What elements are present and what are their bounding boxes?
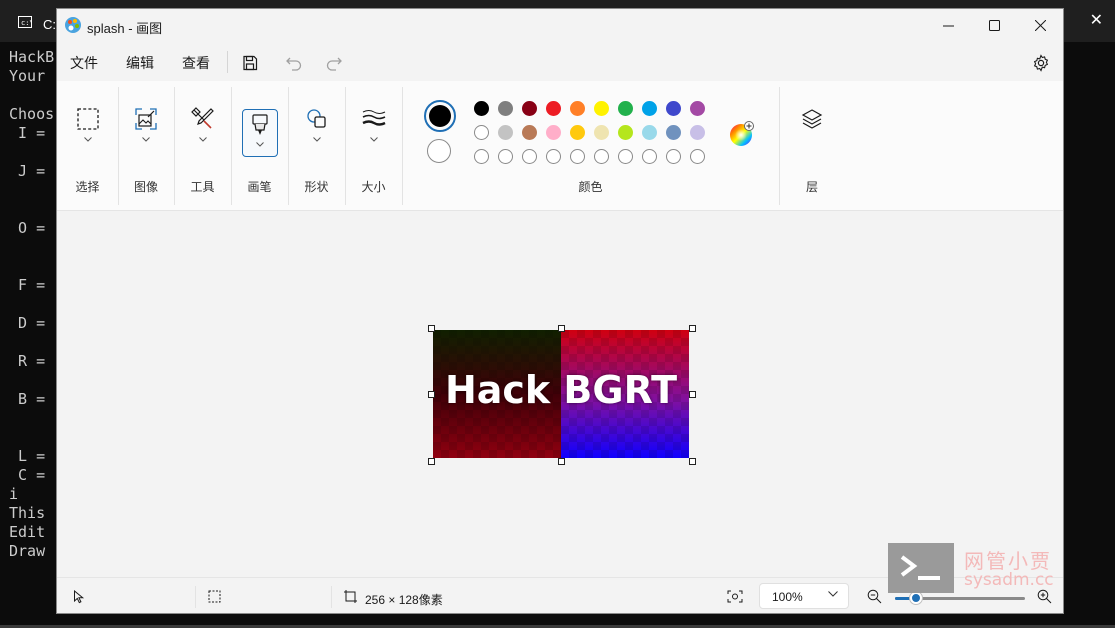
title-bar[interactable]: splash - 画图 [57,9,1063,41]
terminal-output: HackB Your Choos I = J = O = F = D = R =… [9,48,55,560]
resize-handle[interactable] [689,458,696,465]
watermark-url: sysadm.cc [964,570,1054,590]
cursor-position-icon [74,590,85,604]
brush-button[interactable] [241,109,278,157]
chevron-down-icon[interactable] [369,137,378,142]
group-label-shapes: 形状 [304,180,329,194]
status-divider [195,586,196,608]
terminal-close-icon[interactable]: ✕ [1090,10,1103,30]
group-label-size: 大小 [361,180,386,194]
watermark: 网管小贾 sysadm.cc [888,543,1060,593]
redo-icon [326,57,342,71]
save-button[interactable] [238,51,262,75]
minimize-button[interactable] [925,9,971,41]
svg-text:c:\: c:\ [21,19,32,27]
resize-handle[interactable] [428,391,435,398]
brush-icon [251,114,268,135]
size-button[interactable] [356,107,392,155]
chevron-down-icon [828,591,838,597]
gear-icon [1033,54,1049,72]
shapes-button[interactable] [299,107,335,155]
paint-app-icon [65,17,81,33]
zoom-slider[interactable] [895,592,1025,604]
resize-handle[interactable] [428,325,435,332]
resize-handle[interactable] [558,325,565,332]
paint-window: splash - 画图 文件 编辑 查看 选择 图像 工具 画笔 形状 大小 颜… [56,8,1064,614]
chevron-down-icon[interactable] [83,137,92,142]
chevron-down-icon[interactable] [312,137,321,142]
save-icon [243,55,258,71]
group-size: 大小 [345,81,402,210]
tools-button[interactable] [185,107,221,155]
canvas-size-text: 256 × 128像素 [365,593,443,607]
settings-button[interactable] [1029,51,1053,75]
splash-image-text: Hack BGRT [444,368,678,412]
resize-handle[interactable] [428,458,435,465]
close-button[interactable] [1017,9,1063,41]
menu-file[interactable]: 文件 [70,53,98,73]
resize-handle[interactable] [689,325,696,332]
layers-button[interactable] [794,107,830,155]
group-layers: 层 [779,81,845,210]
chevron-down-icon[interactable] [255,142,264,147]
group-shapes: 形状 [288,81,345,210]
maximize-button[interactable] [971,9,1017,41]
resize-handle[interactable] [689,391,696,398]
group-colors: 颜色 [402,81,779,210]
menu-bar: 文件 编辑 查看 [57,45,1063,79]
status-divider [331,586,332,608]
group-brushes: 画笔 [231,81,288,210]
menu-view[interactable]: 查看 [182,53,210,73]
group-selection: 选择 [57,81,118,210]
selection-tool-button[interactable] [70,107,106,155]
group-tools: 工具 [174,81,231,210]
ribbon-toolbar: 选择 图像 工具 画笔 形状 大小 颜色 层 [57,81,1063,211]
stroke-size-icon [361,110,386,126]
image-icon [135,108,157,130]
undo-button[interactable] [282,51,306,75]
group-label-tools: 工具 [190,180,215,194]
group-label-layers: 层 [805,180,818,194]
chevron-down-icon[interactable] [198,137,207,142]
menu-divider [227,51,228,73]
menu-edit[interactable]: 编辑 [126,53,154,73]
image-canvas[interactable]: Hack BGRT [433,330,689,458]
shapes-icon [306,109,326,128]
group-label-colors: 颜色 [578,180,603,194]
window-title: splash - 画图 [87,21,163,36]
tools-icon [190,107,214,129]
undo-icon [286,57,302,71]
fit-to-window-icon[interactable] [727,590,743,603]
chevron-down-icon[interactable] [142,137,150,142]
zoom-dropdown[interactable]: 100% [759,583,849,609]
terminal-title: C: [43,17,56,32]
group-label-selection: 选择 [75,180,100,194]
terminal-prompt-icon [900,555,940,580]
canvas-area[interactable]: Hack BGRT [57,211,1063,577]
minimize-icon [942,25,954,26]
close-icon [1034,19,1046,31]
zoom-slider-thumb[interactable] [910,592,922,604]
selection-size-icon [208,590,221,603]
layers-icon [801,109,823,129]
zoom-out-icon[interactable] [867,589,882,604]
canvas-size-icon [344,590,357,603]
selection-rectangle-icon [76,108,99,130]
group-label-brushes: 画笔 [247,180,272,194]
redo-button[interactable] [322,51,346,75]
terminal-icon: c:\ [18,16,32,28]
group-image: 图像 [118,81,174,210]
watermark-logo [888,543,954,593]
maximize-icon [988,19,1000,31]
resize-handle[interactable] [558,458,565,465]
zoom-value: 100% [772,590,803,604]
image-tool-button[interactable] [128,107,164,155]
group-label-image: 图像 [133,180,158,194]
